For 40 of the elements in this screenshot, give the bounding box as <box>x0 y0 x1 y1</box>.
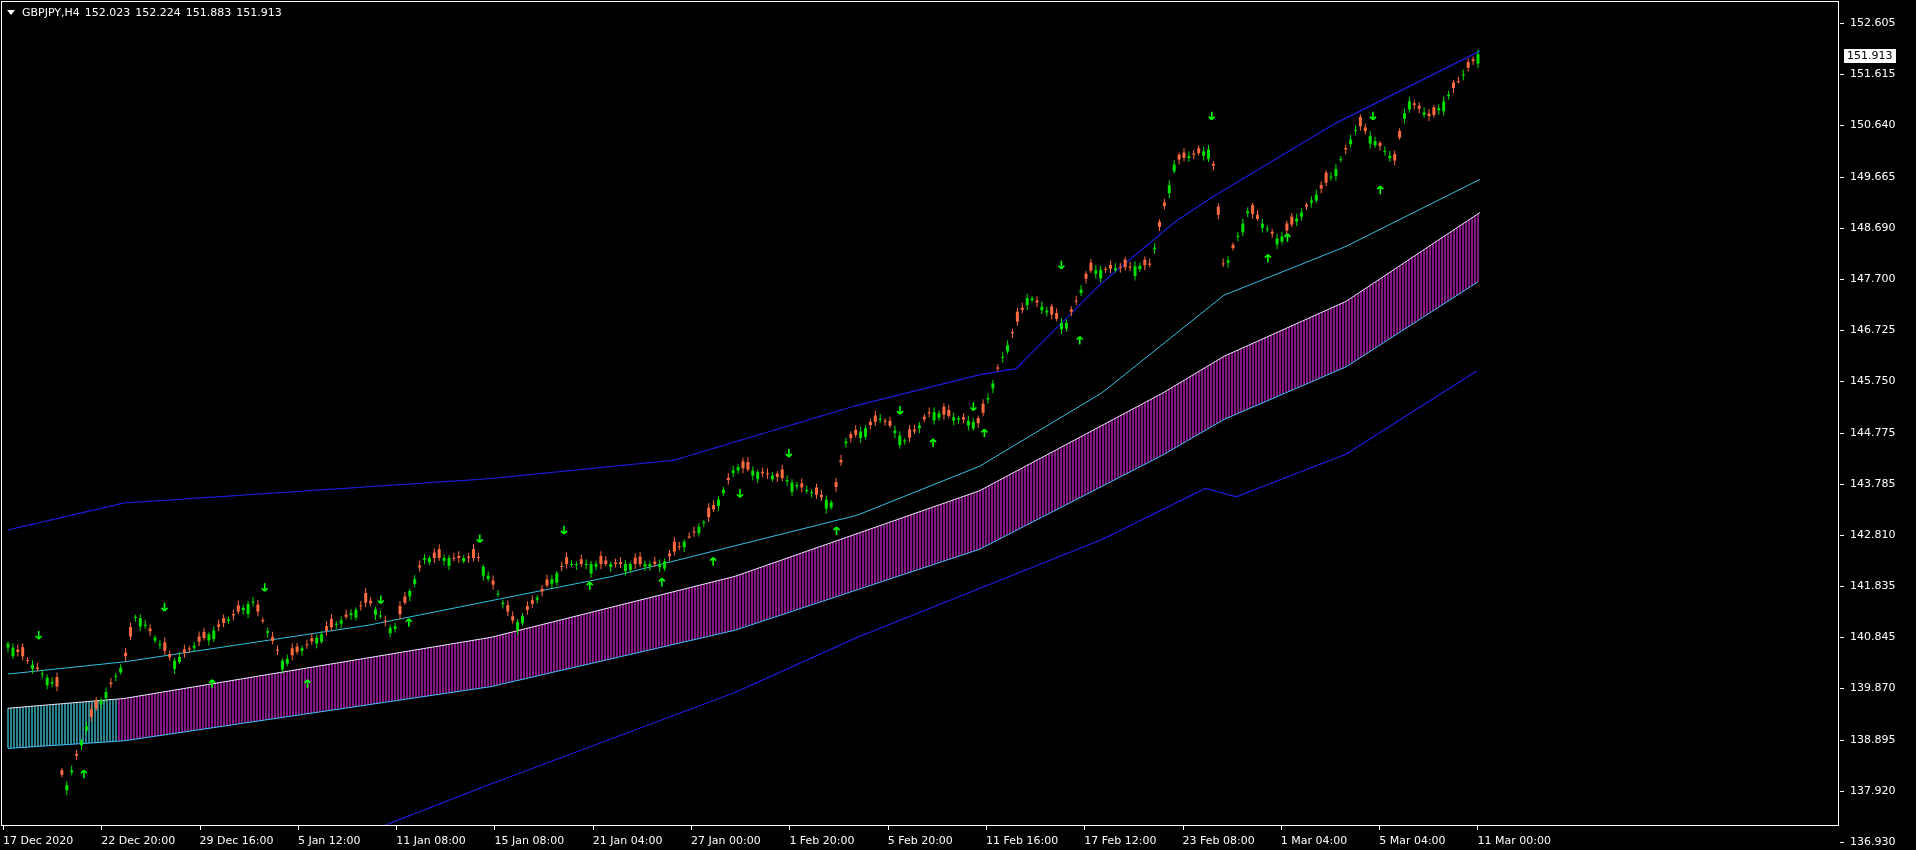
dropdown-triangle-icon[interactable] <box>7 10 15 15</box>
price-axis-label: 136.930 <box>1840 835 1916 849</box>
chart-symbol: GBPJPY,H4 <box>22 6 80 19</box>
price-axis-label: 149.665 <box>1840 169 1916 184</box>
price-axis-label: 148.690 <box>1840 220 1916 235</box>
price-axis-label: 139.870 <box>1840 681 1916 696</box>
price-axis-label: 150.640 <box>1840 118 1916 133</box>
time-axis-label: 17 Feb 12:00 <box>1084 826 1183 850</box>
price-axis-label: 142.810 <box>1840 527 1916 542</box>
time-axis-label: 22 Dec 20:00 <box>101 826 200 850</box>
price-axis-label: 137.920 <box>1840 783 1916 798</box>
time-axis-label: 5 Feb 20:00 <box>887 826 986 850</box>
price-axis-label: 138.895 <box>1840 732 1916 747</box>
time-axis-label: 23 Feb 08:00 <box>1182 826 1281 850</box>
time-axis-label: 5 Mar 04:00 <box>1379 826 1478 850</box>
price-axis-label: 141.835 <box>1840 579 1916 594</box>
price-axis-label: 151.615 <box>1840 67 1916 82</box>
time-axis-label: 5 Jan 12:00 <box>297 826 397 850</box>
time-axis-label: 11 Jan 08:00 <box>396 826 495 850</box>
ohlc-price: 152.224 <box>135 6 181 19</box>
price-axis-label: 140.845 <box>1840 630 1916 645</box>
price-axis-label: 145.750 <box>1840 374 1916 389</box>
time-axis-label: 27 Jan 00:00 <box>691 826 790 850</box>
price-axis-label: 146.725 <box>1840 323 1916 338</box>
time-axis-label: 21 Jan 04:00 <box>592 826 692 850</box>
time-axis-label: 17 Dec 2020 <box>3 826 102 850</box>
time-axis-label: 1 Mar 04:00 <box>1280 826 1380 850</box>
price-axis-label: 143.785 <box>1840 476 1916 491</box>
price-axis-label: 152.605 <box>1840 16 1916 30</box>
time-axis-label: 1 Feb 20:00 <box>789 826 888 850</box>
time-axis-label: 11 Mar 00:00 <box>1477 826 1576 850</box>
price-axis-label: 147.700 <box>1840 271 1916 286</box>
time-axis-label: 29 Dec 16:00 <box>199 826 298 850</box>
current-price-tag: 151.913 <box>1844 49 1896 63</box>
ohlc-price: 151.913 <box>236 6 282 19</box>
ohlc-price: 152.023 <box>84 6 131 19</box>
time-axis-label: 15 Jan 08:00 <box>494 826 593 850</box>
price-axis-label: 144.775 <box>1840 425 1916 440</box>
ohlc-price: 151.883 <box>185 6 232 19</box>
time-axis-label: 11 Feb 16:00 <box>985 826 1085 850</box>
